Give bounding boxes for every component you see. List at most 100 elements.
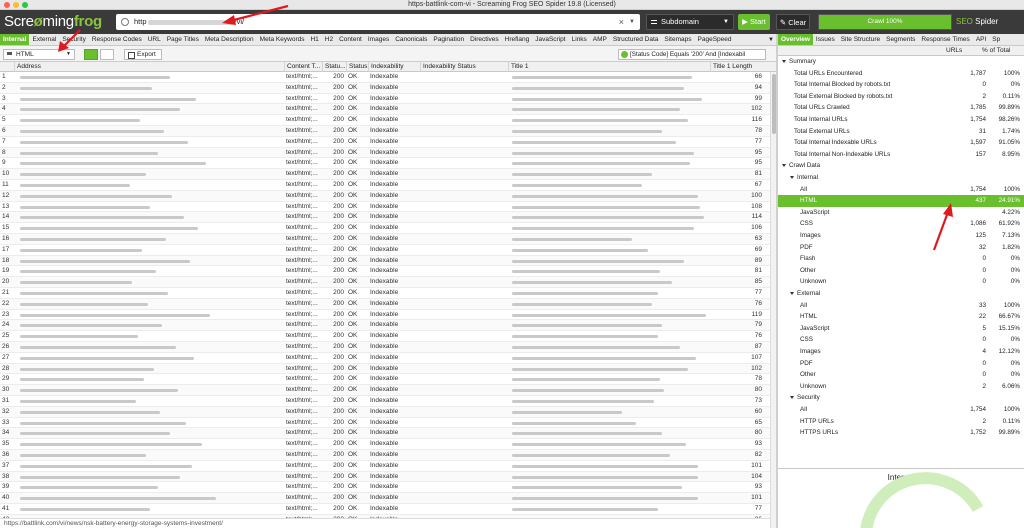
right-tab-site-structure[interactable]: Site Structure: [838, 34, 883, 45]
table-row[interactable]: 11 text/html;... 200 OK Indexable 67: [0, 180, 776, 191]
overview-item-total-internal-blocked-by-robots-txt[interactable]: Total Internal Blocked by robots.txt 0 0%: [778, 79, 1024, 91]
table-row[interactable]: 16 text/html;... 200 OK Indexable 63: [0, 234, 776, 245]
table-row[interactable]: 9 text/html;... 200 OK Indexable 95: [0, 158, 776, 170]
table-row[interactable]: 29 text/html;... 200 OK Indexable 78: [0, 374, 776, 386]
clear-button[interactable]: ✎ Clear: [776, 14, 810, 30]
table-row[interactable]: 40 text/html;... 200 OK Indexable 101: [0, 493, 776, 504]
col-address[interactable]: Address: [14, 62, 284, 72]
chevron-down-icon[interactable]: ▼: [629, 14, 635, 30]
url-input[interactable]: http/vi/ × ▼: [116, 14, 640, 30]
col-title-1-length[interactable]: Title 1 Length: [710, 62, 770, 72]
table-row[interactable]: 28 text/html;... 200 OK Indexable 102: [0, 363, 776, 375]
tab-h2[interactable]: H2: [322, 34, 336, 45]
col-statu[interactable]: Statu...: [322, 62, 346, 72]
overview-item-total-urls-crawled[interactable]: Total URLs Crawled 1,785 99.89%: [778, 102, 1024, 114]
table-row[interactable]: 6 text/html;... 200 OK Indexable 78: [0, 126, 776, 137]
chevron-down-icon[interactable]: [790, 292, 794, 295]
export-button[interactable]: Export: [124, 49, 162, 60]
overview-item-html[interactable]: HTML 22 66.67%: [778, 311, 1024, 323]
minimize-window-button[interactable]: [13, 2, 19, 8]
overview-item-all[interactable]: All 1,754 100%: [778, 404, 1024, 416]
overview-item-total-external-blocked-by-robots-txt[interactable]: Total External Blocked by robots.txt 2 0.1…: [778, 91, 1024, 103]
search-query-field[interactable]: [Status Code] Equals '200' And [Indexabi…: [618, 49, 766, 60]
tabs-overflow-icon[interactable]: ▼: [768, 34, 774, 45]
overview-item-all[interactable]: All 1,754 100%: [778, 184, 1024, 196]
table-row[interactable]: 10 text/html;... 200 OK Indexable 81: [0, 169, 776, 180]
overview-section-crawl-data[interactable]: Crawl Data: [778, 160, 1024, 172]
table-row[interactable]: 39 text/html;... 200 OK Indexable 93: [0, 482, 776, 494]
overview-item-http-urls[interactable]: HTTP URLs 2 0.11%: [778, 416, 1024, 428]
table-row[interactable]: 15 text/html;... 200 OK Indexable 106: [0, 223, 776, 234]
tab-response-codes[interactable]: Response Codes: [89, 34, 145, 45]
tab-pagespeed[interactable]: PageSpeed: [695, 34, 735, 45]
tab-amp[interactable]: AMP: [590, 34, 610, 45]
table-row[interactable]: 19 text/html;... 200 OK Indexable 81: [0, 266, 776, 278]
overview-item-images[interactable]: Images 125 7.13%: [778, 230, 1024, 242]
col-content-t[interactable]: Content T...: [284, 62, 322, 72]
table-row[interactable]: 14 text/html;... 200 OK Indexable 114: [0, 212, 776, 224]
tab-links[interactable]: Links: [569, 34, 590, 45]
overview-item-images[interactable]: Images 4 12.12%: [778, 346, 1024, 358]
table-row[interactable]: 32 text/html;... 200 OK Indexable 60: [0, 406, 776, 418]
overview-item-javascript[interactable]: JavaScript 5 15.15%: [778, 323, 1024, 335]
overview-subsection-external[interactable]: External: [778, 288, 1024, 300]
tab-sitemaps[interactable]: Sitemaps: [661, 34, 694, 45]
table-row[interactable]: 2 text/html;... 200 OK Indexable 94: [0, 82, 776, 94]
table-row[interactable]: 37 text/html;... 200 OK Indexable 101: [0, 461, 776, 472]
table-row[interactable]: 20 text/html;... 200 OK Indexable 85: [0, 277, 776, 288]
overview-item-pdf[interactable]: PDF 0 0%: [778, 358, 1024, 370]
tab-meta-keywords[interactable]: Meta Keywords: [257, 34, 308, 45]
table-row[interactable]: 3 text/html;... 200 OK Indexable 99: [0, 94, 776, 105]
overview-item-flash[interactable]: Flash 0 0%: [778, 253, 1024, 265]
table-row[interactable]: 5 text/html;... 200 OK Indexable 116: [0, 115, 776, 126]
overview-item-total-urls-encountered[interactable]: Total URLs Encountered 1,787 100%: [778, 68, 1024, 80]
overview-item-css[interactable]: CSS 0 0%: [778, 334, 1024, 346]
overview-item-css[interactable]: CSS 1,086 61.92%: [778, 218, 1024, 230]
overview-item-pdf[interactable]: PDF 32 1.82%: [778, 242, 1024, 254]
overview-item-total-internal-indexable-urls[interactable]: Total Internal Indexable URLs 1,597 91.05%: [778, 137, 1024, 149]
tab-url[interactable]: URL: [145, 34, 164, 45]
right-tab-segments[interactable]: Segments: [883, 34, 918, 45]
tab-canonicals[interactable]: Canonicals: [392, 34, 430, 45]
table-row[interactable]: 30 text/html;... 200 OK Indexable 80: [0, 385, 776, 396]
table-row[interactable]: 27 text/html;... 200 OK Indexable 107: [0, 353, 776, 364]
tab-structured-data[interactable]: Structured Data: [610, 34, 662, 45]
tab-directives[interactable]: Directives: [467, 34, 502, 45]
table-row[interactable]: 31 text/html;... 200 OK Indexable 73: [0, 396, 776, 407]
tab-internal[interactable]: Internal: [0, 34, 30, 45]
table-row[interactable]: 34 text/html;... 200 OK Indexable 80: [0, 428, 776, 440]
table-row[interactable]: 38 text/html;... 200 OK Indexable 104: [0, 471, 776, 483]
table-row[interactable]: 7 text/html;... 200 OK Indexable 77: [0, 137, 776, 148]
tab-page-titles[interactable]: Page Titles: [164, 34, 202, 45]
list-view-button[interactable]: [84, 49, 98, 60]
col-indexability-status[interactable]: Indexability Status: [420, 62, 508, 72]
tab-h1[interactable]: H1: [307, 34, 321, 45]
overview-item-unknown[interactable]: Unknown 2 6.06%: [778, 381, 1024, 393]
maximize-window-button[interactable]: [22, 2, 28, 8]
tab-javascript[interactable]: JavaScript: [532, 34, 568, 45]
table-row[interactable]: 8 text/html;... 200 OK Indexable 95: [0, 147, 776, 159]
tab-hreflang[interactable]: Hreflang: [502, 34, 533, 45]
table-row[interactable]: 41 text/html;... 200 OK Indexable 77: [0, 504, 776, 515]
overview-section-summary[interactable]: Summary: [778, 56, 1024, 68]
table-row[interactable]: 22 text/html;... 200 OK Indexable 76: [0, 298, 776, 310]
table-row[interactable]: 36 text/html;... 200 OK Indexable 82: [0, 450, 776, 461]
overview-subsection-internal[interactable]: Internal: [778, 172, 1024, 184]
tab-pagination[interactable]: Pagination: [430, 34, 467, 45]
overview-item-javascript[interactable]: JavaScript 4.22%: [778, 207, 1024, 219]
overview-item-https-urls[interactable]: HTTPS URLs 1,752 99.89%: [778, 427, 1024, 439]
col-indexability[interactable]: Indexability: [368, 62, 420, 72]
chevron-down-icon[interactable]: [782, 60, 786, 63]
overview-item-total-internal-urls[interactable]: Total Internal URLs 1,754 98.26%: [778, 114, 1024, 126]
right-tab-api[interactable]: API: [973, 34, 989, 45]
col-status[interactable]: Status: [346, 62, 368, 72]
tree-view-button[interactable]: [100, 49, 114, 60]
chevron-down-icon[interactable]: [790, 176, 794, 179]
table-row[interactable]: 26 text/html;... 200 OK Indexable 87: [0, 342, 776, 353]
table-row[interactable]: 21 text/html;... 200 OK Indexable 77: [0, 288, 776, 299]
chevron-down-icon[interactable]: [782, 164, 786, 168]
right-tab-issues[interactable]: Issues: [813, 34, 838, 45]
table-row[interactable]: 23 text/html;... 200 OK Indexable 119: [0, 310, 776, 321]
tab-content[interactable]: Content: [336, 34, 365, 45]
col-title-1[interactable]: Title 1: [508, 62, 710, 72]
